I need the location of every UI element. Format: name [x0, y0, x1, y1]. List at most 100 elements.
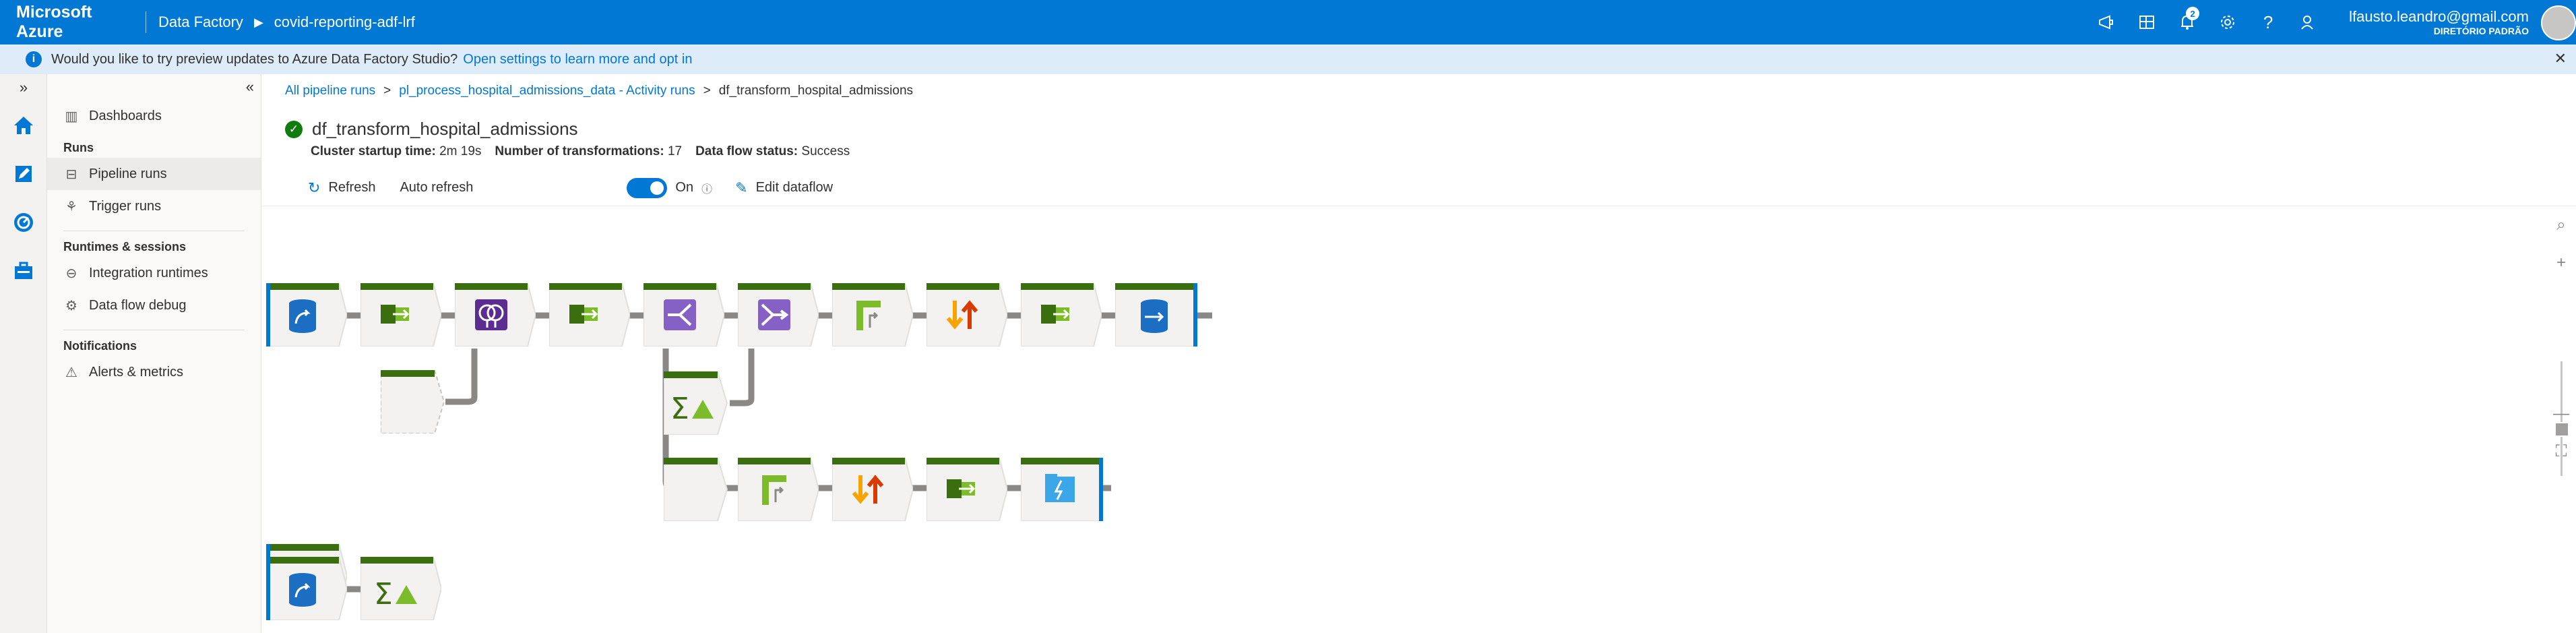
status-value: Success [801, 144, 850, 158]
pencil-icon: ✎ [735, 179, 748, 196]
gear-icon[interactable] [2207, 0, 2248, 44]
nav-item-pipeline-runs[interactable]: ⊟ Pipeline runs [47, 158, 261, 190]
dataflow-canvas[interactable]: Σ [262, 206, 2576, 633]
nav-label: Integration runtimes [89, 265, 208, 280]
breadcrumb-pipeline[interactable]: pl_process_hospital_admissions_data - Ac… [399, 84, 695, 98]
info-icon: i [26, 51, 42, 67]
auto-refresh-toggle-group: On ⓘ [627, 177, 712, 198]
user-directory: DIRETÓRIO PADRÃO [2433, 26, 2529, 36]
info-settings-link[interactable]: Open settings to learn more and opt in [463, 52, 692, 67]
source-node[interactable] [265, 282, 348, 347]
dataflow-graph [343, 312, 1212, 491]
success-check-icon: ✓ [285, 120, 303, 138]
notification-badge: 2 [2186, 7, 2200, 20]
dataflow-title: df_transform_hospital_admissions [312, 119, 578, 139]
source-icon [289, 299, 316, 333]
bell-icon[interactable]: 2 [2167, 0, 2207, 44]
trigger-icon: ⚘ [65, 199, 77, 214]
sink-node[interactable] [1114, 282, 1199, 347]
nav-label: Dashboards [89, 108, 162, 123]
breadcrumb-separator: > [703, 84, 711, 98]
portal-icon[interactable] [2127, 0, 2167, 44]
notifications-section-header: Notifications [63, 339, 137, 353]
feedback-icon[interactable] [2086, 0, 2127, 44]
avatar[interactable] [2541, 5, 2576, 40]
select-node[interactable] [360, 282, 443, 347]
brand-label[interactable]: Microsoft Azure [0, 3, 142, 42]
conditional-join-node[interactable] [737, 282, 820, 347]
aggregate-node[interactable]: Σ [360, 556, 443, 621]
service-link[interactable]: Data Factory [158, 13, 243, 31]
refresh-label: Refresh [328, 180, 376, 195]
branch-source-node[interactable] [663, 457, 745, 522]
nav-item-data-flow-debug[interactable]: ⚙ Data flow debug [47, 289, 261, 322]
home-icon[interactable] [0, 101, 47, 150]
nav-label: Alerts & metrics [89, 364, 184, 380]
transforms-label: Number of transformations: [495, 144, 664, 158]
breadcrumb-current: df_transform_hospital_admissions [718, 84, 914, 98]
toggle-state-label: On [675, 180, 694, 195]
factory-link[interactable]: covid-reporting-adf-lrf [274, 13, 415, 31]
breadcrumb-all-runs[interactable]: All pipeline runs [285, 84, 375, 98]
select-node[interactable] [548, 282, 631, 347]
warning-icon: ⚠ [65, 365, 77, 380]
edit-dataflow-button[interactable]: ✎ Edit dataflow [735, 179, 833, 197]
sink-icon [1141, 299, 1168, 333]
help-icon[interactable]: ? [2248, 0, 2288, 44]
pivot-node[interactable] [831, 282, 914, 347]
select-node[interactable] [926, 457, 1009, 522]
pipeline-icon: ⊟ [65, 167, 77, 182]
fit-to-screen-icon[interactable]: ⛶ [2546, 433, 2576, 471]
breadcrumb-separator: > [383, 84, 391, 98]
nav-item-integration-runtimes[interactable]: ⊖ Integration runtimes [47, 257, 261, 289]
nav-item-trigger-runs[interactable]: ⚘ Trigger runs [47, 190, 261, 222]
select-icon [569, 305, 598, 324]
zoom-in-icon[interactable]: + [2546, 244, 2576, 282]
refresh-button[interactable]: ↻ Refresh [308, 179, 375, 197]
debug-icon: ⚙ [65, 298, 77, 313]
zoom-out-icon[interactable]: — [2546, 395, 2576, 433]
auto-refresh-toggle[interactable] [627, 177, 668, 198]
sink-node[interactable] [1020, 457, 1104, 522]
chevron-right-icon: ▶ [253, 15, 263, 29]
source-node[interactable] [265, 556, 348, 621]
manage-toolbox-icon[interactable] [0, 247, 47, 295]
collapse-icon[interactable]: « [246, 78, 254, 96]
monitor-side-nav: « ▥ Dashboards Runs ⊟ Pipeline runs ⚘ Tr… [47, 74, 261, 633]
nav-item-dashboards[interactable]: ▥ Dashboards [47, 100, 261, 132]
dataflow-status: Data flow status: Success [695, 144, 850, 159]
transforms-value: 17 [667, 144, 683, 158]
select-node[interactable] [1020, 282, 1103, 347]
cluster-startup: Cluster startup time: 2m 19s [311, 144, 481, 159]
runtimes-section-header: Runtimes & sessions [63, 240, 187, 253]
new-branch-icon [664, 299, 696, 330]
page-title: ✓ df_transform_hospital_admissions [285, 119, 578, 140]
sort-node[interactable] [926, 282, 1009, 347]
aggregate-node[interactable]: Σ [663, 371, 745, 435]
info-circle-icon[interactable]: ⓘ [701, 180, 712, 196]
source-icon [289, 573, 316, 607]
monitor-icon[interactable] [0, 198, 47, 247]
close-icon[interactable]: ✕ [2554, 50, 2567, 67]
sort-node[interactable] [831, 457, 914, 522]
pivot-node[interactable] [737, 457, 820, 522]
transform-count: Number of transformations: 17 [495, 144, 682, 159]
monitor-toolbar: ↻ Refresh Auto refresh On ⓘ ✎ Edit dataf… [262, 170, 2576, 206]
refresh-icon: ↻ [308, 179, 321, 196]
join-icon [475, 299, 507, 330]
expand-icon[interactable]: » [0, 74, 47, 101]
nav-item-alerts-metrics[interactable]: ⚠ Alerts & metrics [47, 356, 261, 388]
user-feedback-icon[interactable] [2288, 0, 2329, 44]
nav-label: Pipeline runs [89, 166, 167, 181]
info-banner: i Would you like to try preview updates … [0, 44, 2576, 74]
account-info[interactable]: lfausto.leandro@gmail.com DIRETÓRIO PADR… [2329, 8, 2576, 36]
svg-text:Σ: Σ [374, 577, 393, 611]
new-branch-node[interactable] [643, 282, 726, 347]
join-node[interactable] [454, 282, 537, 347]
lake-sink-icon [1045, 474, 1075, 502]
author-pencil-icon[interactable] [0, 150, 47, 198]
join-source-node[interactable] [380, 369, 462, 434]
cluster-value: 2m 19s [439, 144, 482, 158]
run-meta: Cluster startup time: 2m 19s Number of t… [311, 144, 850, 159]
search-icon[interactable]: ⌕ [2546, 206, 2576, 244]
